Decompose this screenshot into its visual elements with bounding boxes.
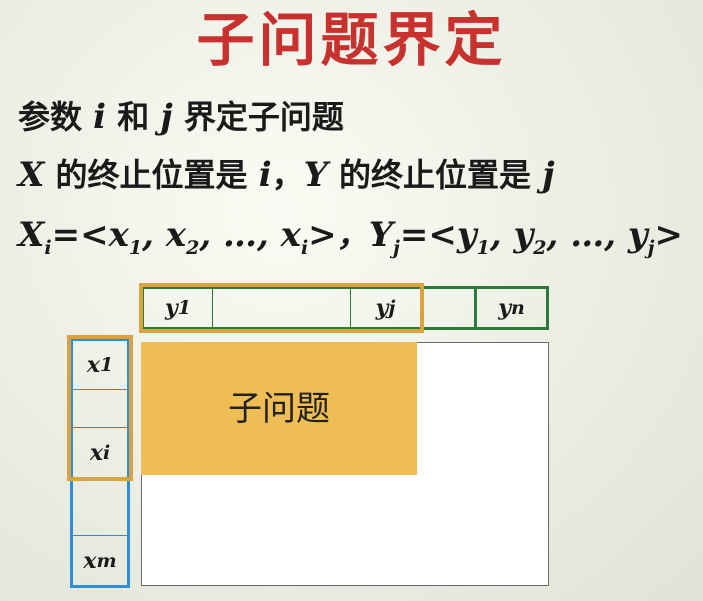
X: X <box>18 215 45 255</box>
y-cell-n: yn <box>477 286 549 330</box>
subproblem-block: 子问题 <box>141 342 417 475</box>
text: 的终止位置是 <box>44 156 259 194</box>
yn-label: y <box>498 295 511 321</box>
y: y <box>627 215 648 255</box>
x-cell-empty <box>70 390 130 428</box>
y: y <box>513 215 534 255</box>
y-cell-empty-2 <box>421 286 477 330</box>
end: > <box>654 215 684 255</box>
comma: ， <box>271 156 304 194</box>
sep: , <box>489 215 514 255</box>
var-i: i <box>258 155 272 195</box>
text: 的终止位置是 <box>327 156 543 194</box>
sub: j <box>392 236 400 259</box>
x-cell-m: xm <box>70 536 130 588</box>
yj-label: y <box>375 295 389 321</box>
y-cell-j: yj <box>351 286 421 330</box>
yj-sub: j <box>388 297 396 319</box>
sep: , …, <box>199 215 281 255</box>
sub: i <box>44 236 52 259</box>
var-Y: Y <box>303 155 328 195</box>
sub: 2 <box>533 236 547 259</box>
y1-label: y <box>164 295 178 321</box>
x-cell-1: x1 <box>70 338 130 390</box>
sub: j <box>647 236 655 259</box>
xi-label: x <box>89 439 103 466</box>
line-sequences: Xi=<x1, x2, …, xi>，Yj=<y1, y2, …, yj> <box>18 210 683 259</box>
xm-label: x <box>83 547 97 574</box>
sub: 2 <box>186 236 200 259</box>
y-cell-empty <box>213 286 351 330</box>
var-j: j <box>160 97 173 137</box>
var-X: X <box>18 155 45 195</box>
line-params: 参数 i 和 j 界定子问题 <box>18 92 344 138</box>
var-j: j <box>542 155 555 195</box>
end: > <box>308 215 337 255</box>
xm-sub: m <box>96 549 117 572</box>
var-i: i <box>93 97 107 137</box>
comma: ， <box>336 216 369 254</box>
x: x <box>108 215 129 255</box>
sep: , <box>142 215 166 255</box>
y: y <box>456 215 477 255</box>
xi-sub: i <box>102 441 111 464</box>
x: x <box>165 215 187 255</box>
text: 界定子问题 <box>172 98 344 136</box>
eq: =< <box>51 215 109 255</box>
sep: , …, <box>546 215 628 255</box>
sub: 1 <box>128 236 143 259</box>
text: 和 <box>106 98 161 136</box>
x: x <box>280 215 301 255</box>
y-cell-1: y1 <box>141 286 213 330</box>
slide-title: 子问题界定 <box>196 6 507 74</box>
y1-sub: 1 <box>177 297 192 319</box>
Y: Y <box>368 215 393 255</box>
eq: =< <box>399 215 457 255</box>
yn-sub: n <box>510 297 525 319</box>
text: 参数 <box>18 98 94 136</box>
x1-label: x <box>86 352 100 378</box>
line-end-positions: X 的终止位置是 i，Y 的终止位置是 j <box>18 150 555 196</box>
sub: 1 <box>476 236 490 259</box>
x-cell-empty-2 <box>70 478 130 536</box>
x1-sub: 1 <box>99 354 114 376</box>
x-cell-i: xi <box>70 428 130 478</box>
